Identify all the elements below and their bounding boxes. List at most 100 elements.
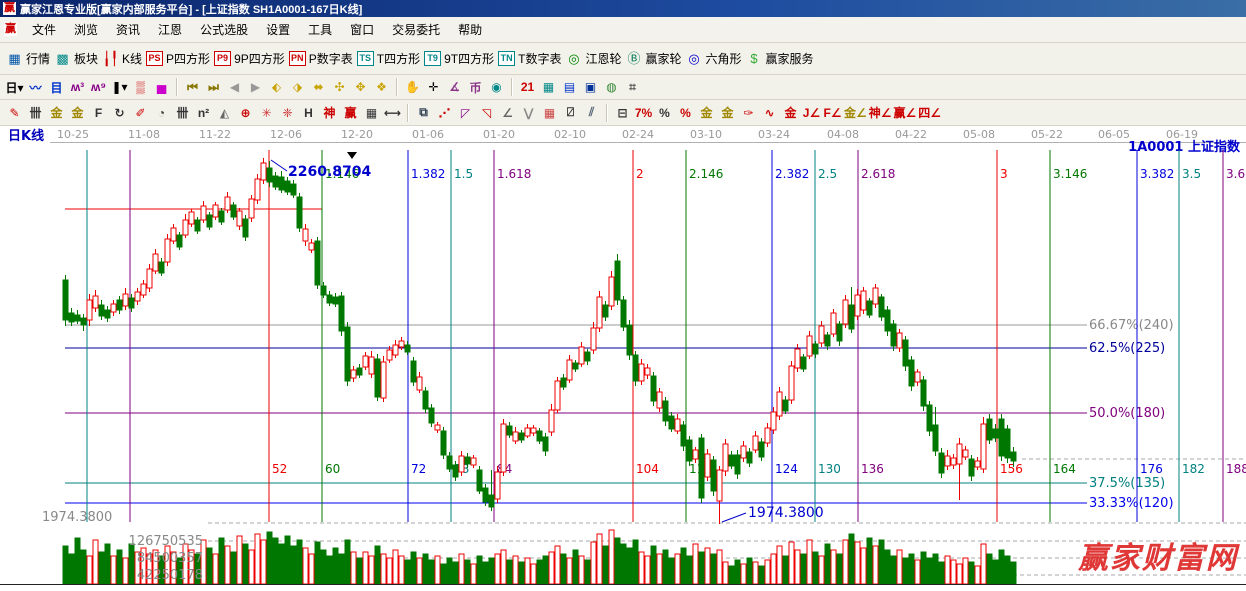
t-square-button[interactable]: TST四方形 — [357, 50, 420, 67]
f-angle-icon[interactable]: F∠ — [823, 103, 842, 123]
calculator-icon[interactable]: ▦ — [539, 77, 558, 97]
diamond-grid-icon[interactable]: ❖ — [372, 77, 391, 97]
report-icon[interactable]: 目 — [47, 77, 66, 97]
p-number-table-button[interactable]: PNP数字表 — [289, 50, 353, 67]
winner-service-button-icon: $ — [746, 50, 763, 68]
box-select-icon[interactable]: ⧉ — [414, 103, 433, 123]
gann-coin-icon[interactable]: 币 — [466, 77, 485, 97]
grid-arrow-icon[interactable]: ⍁ — [561, 103, 580, 123]
cycle-clock-icon[interactable]: ◔ — [152, 103, 171, 123]
wave-band-icon[interactable]: ∿ — [760, 103, 779, 123]
winner-service-button[interactable]: $赢家服务 — [746, 50, 814, 68]
compass-cross-icon[interactable]: ⊕ — [236, 103, 255, 123]
gold-angle-icon[interactable]: 金∠ — [844, 103, 867, 123]
diamond-left-icon[interactable]: ⬖ — [267, 77, 286, 97]
price-scale-icon[interactable]: ⊟ — [613, 103, 632, 123]
kline-button[interactable]: ╽╿K线 — [102, 50, 142, 68]
hand-tool-icon[interactable]: ✋ — [403, 77, 422, 97]
crosshair-icon[interactable]: ✛ — [424, 77, 443, 97]
t-number-table-button[interactable]: TNT数字表 — [498, 50, 561, 67]
j-angle-icon[interactable]: J∠ — [802, 103, 821, 123]
parallel-lines-icon[interactable]: ⫽ — [582, 103, 601, 123]
save-icon[interactable]: ▣ — [581, 77, 600, 97]
grid-123-icon[interactable]: ▦ — [362, 103, 381, 123]
ying-angle-icon[interactable]: 赢∠ — [894, 103, 917, 123]
red-pencil-icon[interactable]: ✐ — [131, 103, 150, 123]
gold-band-icon[interactable]: 金 — [781, 103, 800, 123]
red-grid-icon[interactable]: ▦ — [540, 103, 559, 123]
n-square-icon[interactable]: n² — [194, 103, 213, 123]
notepad-icon[interactable]: ▤ — [560, 77, 579, 97]
menu-item-公式选股[interactable]: 公式选股 — [191, 19, 257, 41]
p-square-button[interactable]: PSP四方形 — [146, 50, 210, 67]
quotes-button[interactable]: ▦行情 — [6, 50, 50, 68]
menu-item-窗口[interactable]: 窗口 — [341, 19, 383, 41]
calendar-21-icon[interactable]: 21 — [518, 77, 537, 97]
percent-icon[interactable]: % — [655, 103, 674, 123]
menu-item-工具[interactable]: 工具 — [299, 19, 341, 41]
first-bar-icon[interactable]: ⏮ — [183, 77, 202, 97]
k-mark-icon[interactable]: Η — [299, 103, 318, 123]
gold-level-icon[interactable]: 金 — [718, 103, 737, 123]
comb2-icon[interactable]: 卌 — [173, 103, 192, 123]
comb-icon[interactable]: 卌 — [26, 103, 45, 123]
trend-angle-icon[interactable]: ∠ — [498, 103, 517, 123]
diamond-star-icon[interactable]: ✥ — [351, 77, 370, 97]
chart-area[interactable]: 10-2511-0811-2212-0612-2001-0601-2002-10… — [0, 126, 1246, 586]
retrace-pct-icon[interactable]: 7% — [634, 103, 653, 123]
gold-circle-icon[interactable]: 金 — [697, 103, 716, 123]
mirror-angle-icon[interactable]: ◭ — [215, 103, 234, 123]
menu-item-浏览[interactable]: 浏览 — [65, 19, 107, 41]
star-box-icon[interactable]: ❈ — [278, 103, 297, 123]
last-bar-icon[interactable]: ⏭ — [204, 77, 223, 97]
star-burst-icon[interactable]: ✳ — [257, 103, 276, 123]
f-comb-icon[interactable]: F — [89, 103, 108, 123]
sectors-button[interactable]: ▩板块 — [54, 50, 98, 68]
diamond-right-icon[interactable]: ⬗ — [288, 77, 307, 97]
brush-icon[interactable]: ✎ — [5, 103, 24, 123]
candle-type-selector[interactable]: ❚▾ — [110, 77, 129, 97]
gann-wheel-button[interactable]: ◎江恩轮 — [565, 50, 621, 68]
menu-item-江恩[interactable]: 江恩 — [149, 19, 191, 41]
fan-box-icon[interactable]: ◸ — [456, 103, 475, 123]
ying-icon[interactable]: 赢 — [341, 103, 360, 123]
v-lines-icon[interactable]: ⋁ — [519, 103, 538, 123]
diamond-lr-icon[interactable]: ⬌ — [309, 77, 328, 97]
gold-comb2-icon[interactable]: 金 — [68, 103, 87, 123]
menu-item-资讯[interactable]: 资讯 — [107, 19, 149, 41]
gann-fan-icon[interactable]: ⋰ — [435, 103, 454, 123]
span-arrows-icon[interactable]: ⟷ — [383, 103, 402, 123]
volume-bar — [621, 544, 626, 584]
winner-wheel-button[interactable]: Ⓑ赢家轮 — [625, 50, 681, 68]
spiral-icon[interactable]: ↻ — [110, 103, 129, 123]
period-day-selector[interactable]: 日▾ — [5, 77, 24, 97]
menu-item-文件[interactable]: 文件 — [23, 19, 65, 41]
wave3-icon[interactable]: ʍ³ — [68, 77, 87, 97]
brain-icon[interactable]: ◉ — [487, 77, 506, 97]
title-bar[interactable]: 赢 赢家江恩专业版[赢家内部服务平台] - [上证指数 SH1A0001-167… — [0, 0, 1246, 17]
percent-line-icon[interactable]: % — [676, 103, 695, 123]
shen-angle-icon[interactable]: 神∠ — [869, 103, 892, 123]
workstation-icon[interactable]: ⌗ — [623, 77, 642, 97]
next-bar-icon[interactable]: ▶ — [246, 77, 265, 97]
angle-ring-icon[interactable]: ∡ — [445, 77, 464, 97]
four-angle-icon[interactable]: 四∠ — [918, 103, 941, 123]
menu-item-交易委托[interactable]: 交易委托 — [383, 19, 449, 41]
wave9-icon[interactable]: ʍ⁹ — [89, 77, 108, 97]
t9-square-button[interactable]: T99T四方形 — [424, 50, 494, 67]
marker-pencil-icon[interactable]: ✑ — [739, 103, 758, 123]
shen-icon[interactable]: 神 — [320, 103, 339, 123]
zigzag-icon[interactable]: 〰 — [26, 77, 45, 97]
pattern-icon[interactable]: ▒ — [131, 77, 150, 97]
fan-corner-icon[interactable]: ◹ — [477, 103, 496, 123]
hexagon-button[interactable]: ◎六角形 — [686, 50, 742, 68]
web-icon[interactable]: ◍ — [602, 77, 621, 97]
gold-comb-icon[interactable]: 金 — [47, 103, 66, 123]
menu-item-帮助[interactable]: 帮助 — [449, 19, 491, 41]
volume-histogram-icon[interactable]: ▅ — [152, 77, 171, 97]
candle-body — [147, 269, 152, 288]
p9-square-button[interactable]: P99P四方形 — [214, 50, 285, 67]
menu-item-设置[interactable]: 设置 — [257, 19, 299, 41]
diamond-cross-icon[interactable]: ✣ — [330, 77, 349, 97]
prev-bar-icon[interactable]: ◀ — [225, 77, 244, 97]
